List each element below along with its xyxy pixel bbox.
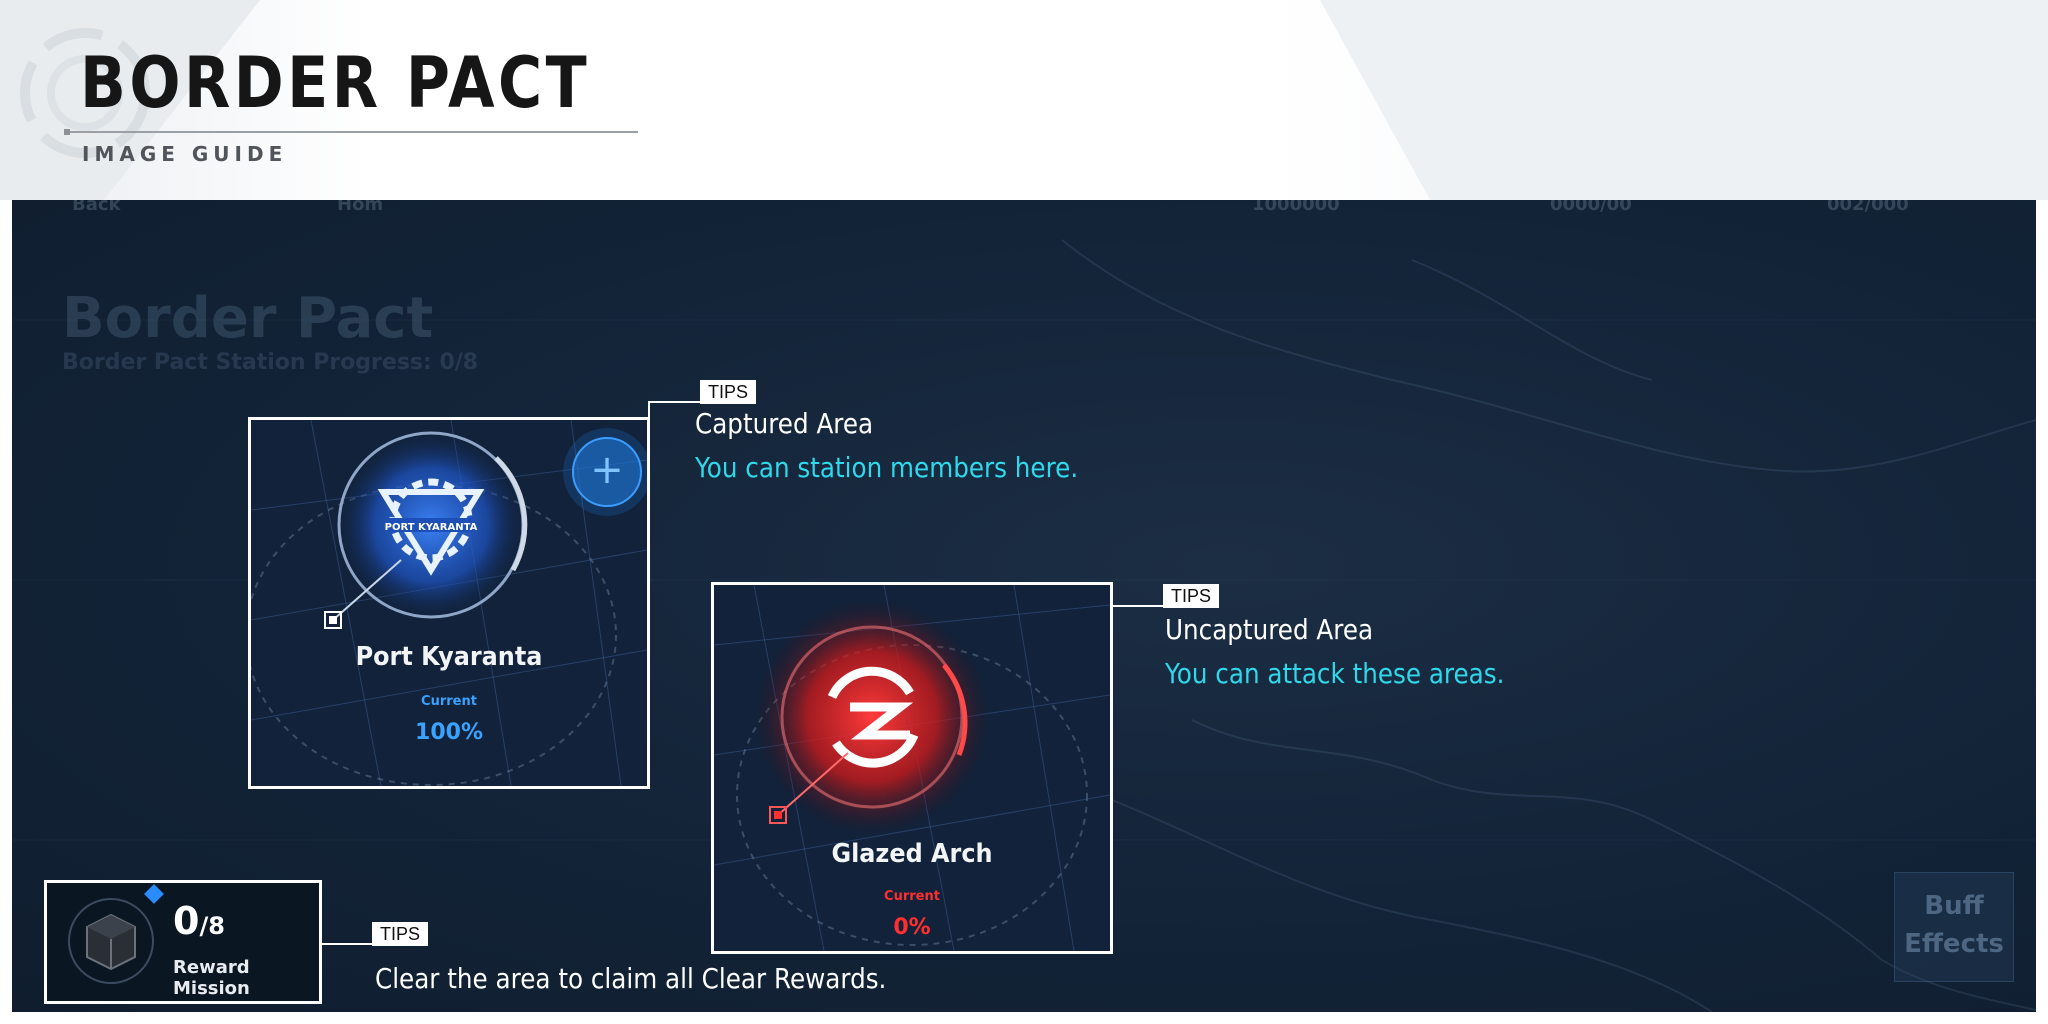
page-title: BORDER PACT [80, 42, 591, 124]
buff-effects-button[interactable]: Buff Effects [1894, 872, 2014, 982]
uncaptured-area-name: Glazed Arch [831, 839, 993, 869]
faded-screen-title: Border Pact [62, 286, 434, 351]
faded-resource-1: 1000000 [1252, 200, 1340, 215]
faded-home-label: Hom [337, 200, 384, 215]
captured-area-name: Port Kyaranta [355, 642, 543, 672]
reward-mission-count: 0/8 [173, 899, 225, 943]
reward-mission-button[interactable]: 0/8 Reward Mission [44, 880, 322, 1004]
reward-tip-leader [320, 943, 372, 945]
uncaptured-tip-body: You can attack these areas. [1165, 657, 1505, 690]
captured-tip-leader-h [648, 401, 700, 403]
reward-count-value: 0 [173, 899, 200, 943]
captured-tips-tag: TIPS [700, 380, 757, 404]
page-subtitle: IMAGE GUIDE [82, 142, 288, 166]
uncaptured-tips-tag: TIPS [1163, 584, 1220, 608]
title-divider-dot [64, 129, 70, 135]
station-plus-icon[interactable]: + [583, 446, 631, 494]
header-right-panel [1320, 0, 2048, 200]
reward-mission-label: Reward Mission [173, 957, 250, 999]
captured-tip-body: You can station members here. [695, 451, 1079, 484]
uncaptured-tip-leader [1111, 605, 1163, 607]
captured-percent: 100% [415, 720, 483, 745]
uncaptured-area-card[interactable]: Glazed Arch Current 0% [711, 582, 1113, 954]
captured-current-label: Current [421, 694, 477, 709]
uncaptured-tip-heading: Uncaptured Area [1165, 613, 1374, 646]
captured-tip-heading: Captured Area [695, 407, 874, 440]
faded-back-label: Back [72, 200, 121, 215]
reward-tips-tag: TIPS [372, 922, 429, 946]
captured-area-card[interactable]: PORT KYARANTA + Port Kyaranta Current 10… [248, 417, 650, 789]
reward-tip-body: Clear the area to claim all Clear Reward… [375, 962, 887, 995]
uncaptured-current-label: Current [884, 889, 940, 904]
faded-resource-2: 0000/00 [1550, 200, 1632, 215]
title-divider [64, 131, 638, 133]
faded-resource-3: 002/000 [1827, 200, 1909, 215]
uncaptured-percent: 0% [893, 915, 931, 940]
captured-emblem-text: PORT KYARANTA [385, 522, 478, 533]
faded-top-bar: Back Hom 1000000 0000/00 002/000 [12, 200, 2036, 220]
reward-count-total: /8 [199, 912, 225, 940]
faded-progress-text: Border Pact Station Progress: 0/8 [62, 350, 479, 375]
captured-tip-leader-v [648, 402, 650, 420]
